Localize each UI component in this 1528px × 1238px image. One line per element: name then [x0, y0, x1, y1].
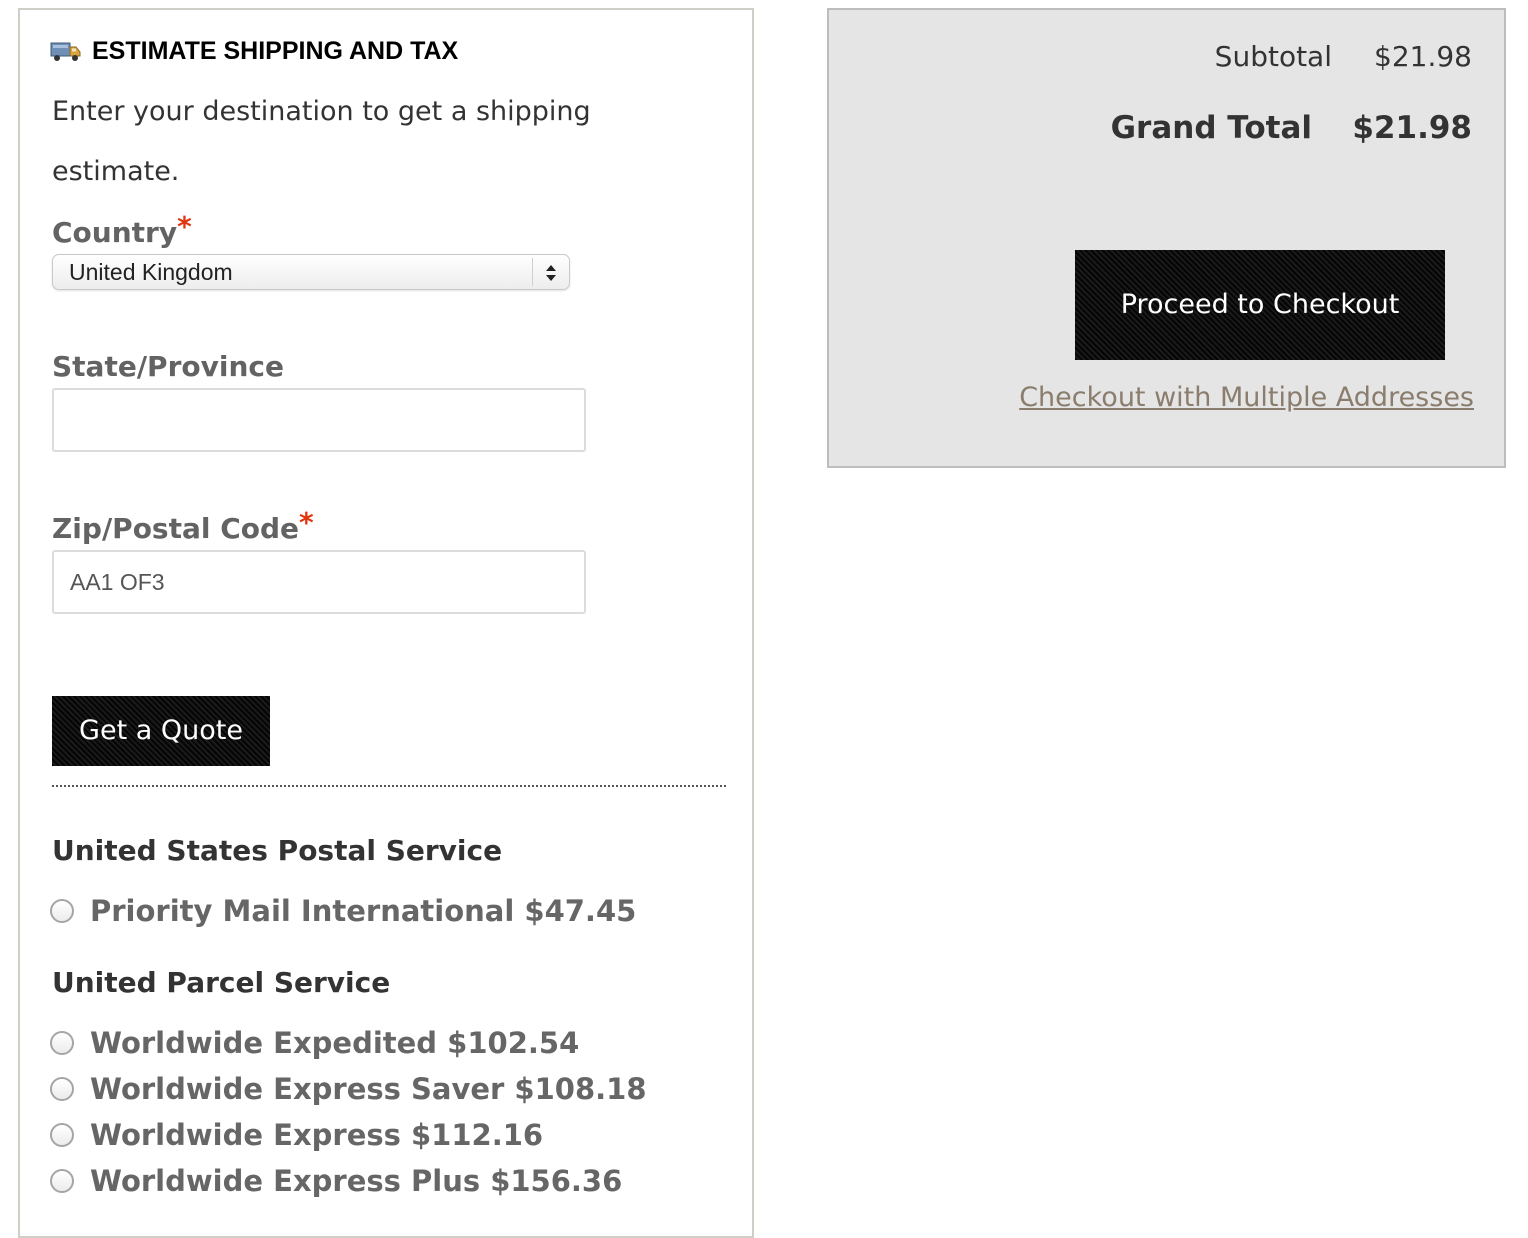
country-select-value: United Kingdom: [69, 259, 233, 285]
carrier-heading-ups: United Parcel Service: [52, 966, 391, 999]
country-label: Country*: [52, 210, 192, 249]
radio-button[interactable]: [50, 899, 74, 923]
radio-button[interactable]: [50, 1123, 74, 1147]
country-label-text: Country: [52, 216, 178, 249]
select-arrows-icon: [543, 260, 559, 286]
zip-label: Zip/Postal Code*: [52, 506, 314, 545]
divider: [52, 785, 726, 787]
rate-label: Priority Mail International $47.45: [90, 894, 637, 928]
rate-label: Worldwide Express Plus $156.36: [90, 1164, 623, 1198]
subtotal-label: Subtotal: [1214, 40, 1332, 73]
rate-option-worldwide-express-saver[interactable]: Worldwide Express Saver $108.18: [50, 1072, 647, 1106]
radio-button[interactable]: [50, 1169, 74, 1193]
state-label: State/Province: [52, 350, 284, 383]
zip-label-text: Zip/Postal Code: [52, 512, 300, 545]
subtotal-row: Subtotal $21.98: [1215, 40, 1472, 73]
cart-totals-panel: Subtotal $21.98 Grand Total $21.98 Proce…: [827, 8, 1506, 468]
state-province-input[interactable]: [52, 388, 586, 452]
rate-option-worldwide-expedited[interactable]: Worldwide Expedited $102.54: [50, 1026, 579, 1060]
rate-option-priority-mail-international[interactable]: Priority Mail International $47.45: [50, 894, 636, 928]
grand-total-value: $21.98: [1352, 110, 1472, 146]
carrier-heading-usps: United States Postal Service: [52, 834, 503, 867]
rate-label: Worldwide Express $112.16: [90, 1118, 544, 1152]
required-marker: *: [299, 506, 314, 539]
proceed-to-checkout-button[interactable]: Proceed to Checkout: [1075, 250, 1445, 360]
select-divider: [532, 258, 533, 286]
zip-postal-code-input[interactable]: AA1 OF3: [52, 550, 586, 614]
radio-button[interactable]: [50, 1031, 74, 1055]
radio-button[interactable]: [50, 1077, 74, 1101]
panel-title-text: ESTIMATE SHIPPING AND TAX: [92, 36, 459, 65]
intro-text: Enter your destination to get a shipping…: [52, 96, 591, 187]
truck-icon: [50, 39, 82, 63]
subtotal-value: $21.98: [1374, 40, 1472, 73]
rate-label: Worldwide Express Saver $108.18: [90, 1072, 647, 1106]
rate-option-worldwide-express[interactable]: Worldwide Express $112.16: [50, 1118, 543, 1152]
rate-label: Worldwide Expedited $102.54: [90, 1026, 580, 1060]
get-quote-button[interactable]: Get a Quote: [52, 696, 270, 766]
required-marker: *: [177, 210, 192, 243]
rate-option-worldwide-express-plus[interactable]: Worldwide Express Plus $156.36: [50, 1164, 622, 1198]
estimate-shipping-panel: ESTIMATE SHIPPING AND TAX Enter your des…: [18, 8, 754, 1238]
checkout-multiple-addresses-link[interactable]: Checkout with Multiple Addresses: [1019, 382, 1474, 413]
grand-total-label: Grand Total: [1110, 110, 1312, 146]
country-select[interactable]: United Kingdom: [52, 254, 570, 290]
grand-total-row: Grand Total $21.98: [1111, 110, 1472, 146]
panel-title: ESTIMATE SHIPPING AND TAX: [50, 36, 458, 66]
